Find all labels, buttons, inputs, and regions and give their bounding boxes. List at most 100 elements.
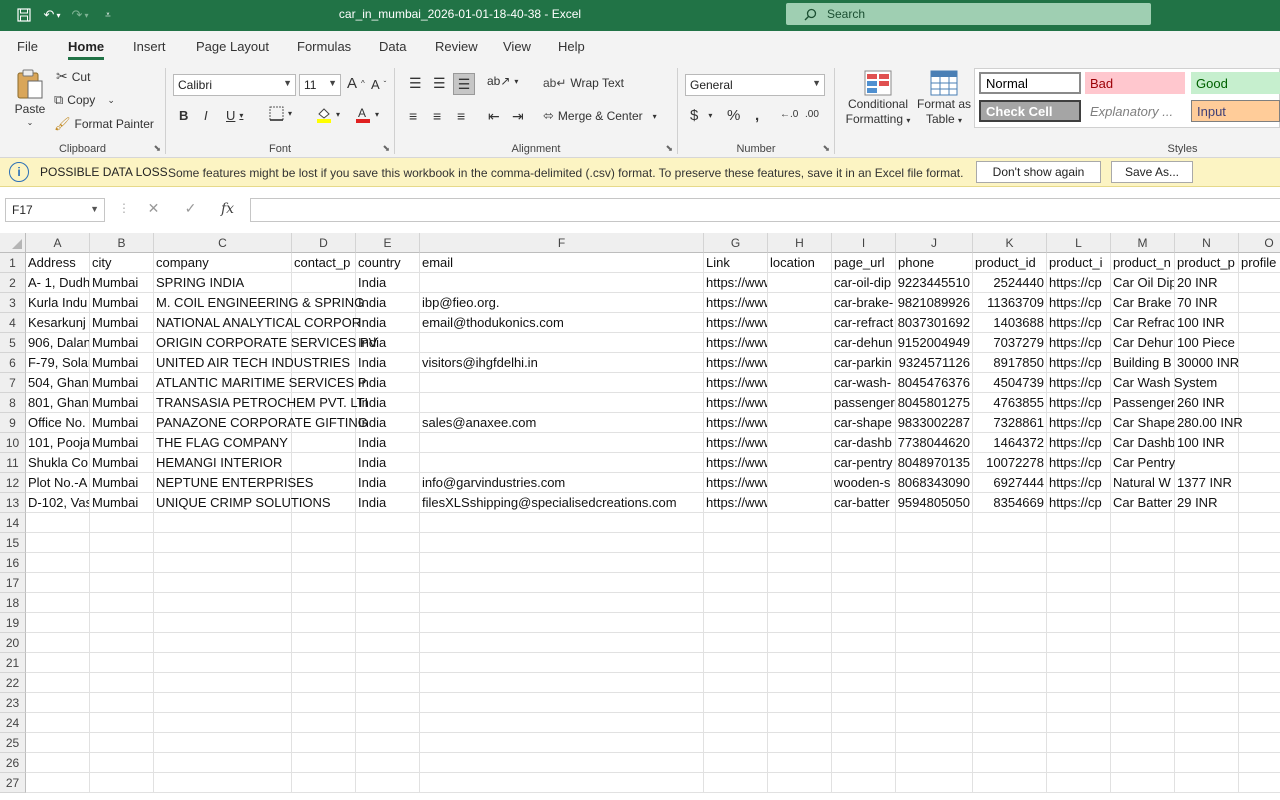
cell-i4[interactable]: car-refract (832, 313, 896, 333)
cell-f20[interactable] (420, 633, 704, 653)
cell-m10[interactable]: Car Dashb (1111, 433, 1175, 453)
cell-k21[interactable] (973, 653, 1047, 673)
cell-j2[interactable]: 9223445510 (896, 273, 973, 293)
cell-f12[interactable]: info@garvindustries.com (420, 473, 704, 493)
cell-h19[interactable] (768, 613, 832, 633)
cell-k12[interactable]: 6927444 (973, 473, 1047, 493)
row-header-19[interactable]: 19 (0, 613, 26, 633)
cell-k2[interactable]: 2524440 (973, 273, 1047, 293)
cell-i9[interactable]: car-shape (832, 413, 896, 433)
cell-e27[interactable] (356, 773, 420, 793)
cell-i19[interactable] (832, 613, 896, 633)
cell-b8[interactable]: Mumbai (90, 393, 154, 413)
cell-h10[interactable] (768, 433, 832, 453)
cell-g27[interactable] (704, 773, 768, 793)
cell-m13[interactable]: Car Batter (1111, 493, 1175, 513)
cell-g9[interactable]: https://www.tradein (704, 413, 768, 433)
cell-b3[interactable]: Mumbai (90, 293, 154, 313)
cell-f3[interactable]: ibp@fieo.org. (420, 293, 704, 313)
cell-g18[interactable] (704, 593, 768, 613)
cell-n22[interactable] (1175, 673, 1239, 693)
cell-a26[interactable] (26, 753, 90, 773)
cell-f17[interactable] (420, 573, 704, 593)
enter-icon[interactable]: ✓ (172, 200, 209, 217)
cell-a17[interactable] (26, 573, 90, 593)
cell-a3[interactable]: Kurla Indu (26, 293, 90, 313)
cell-j24[interactable] (896, 713, 973, 733)
cell-o13[interactable] (1239, 493, 1280, 513)
align-center-icon[interactable]: ≡ (433, 108, 441, 124)
cell-c21[interactable] (154, 653, 292, 673)
cell-a10[interactable]: 101, Pooja (26, 433, 90, 453)
italic-button[interactable]: I (204, 108, 208, 123)
cell-k1[interactable]: product_id (973, 253, 1047, 273)
cell-c7[interactable]: ATLANTIC MARITIME SERVICES P (154, 373, 366, 393)
cell-b27[interactable] (90, 773, 154, 793)
cell-g25[interactable] (704, 733, 768, 753)
cell-n13[interactable]: 29 INR (1175, 493, 1239, 513)
cell-o24[interactable] (1239, 713, 1280, 733)
cell-b10[interactable]: Mumbai (90, 433, 154, 453)
tab-home[interactable]: Home (68, 39, 105, 60)
save-as-button[interactable]: Save As... (1111, 161, 1193, 183)
cell-l9[interactable]: https://cp (1047, 413, 1111, 433)
column-header-j[interactable]: J (896, 233, 973, 253)
row-header-3[interactable]: 3 (0, 293, 26, 313)
cell-g2[interactable]: https://www.tradein (704, 273, 768, 293)
cell-h3[interactable] (768, 293, 832, 313)
cell-k25[interactable] (973, 733, 1047, 753)
cell-l17[interactable] (1047, 573, 1111, 593)
cell-h23[interactable] (768, 693, 832, 713)
cell-f2[interactable] (420, 273, 704, 293)
increase-font-size-icon[interactable]: A ^ (347, 75, 365, 92)
cell-g17[interactable] (704, 573, 768, 593)
cell-g12[interactable]: https://www.tradein (704, 473, 768, 493)
cell-e20[interactable] (356, 633, 420, 653)
cell-c16[interactable] (154, 553, 292, 573)
row-header-8[interactable]: 8 (0, 393, 26, 413)
cell-i16[interactable] (832, 553, 896, 573)
cell-h26[interactable] (768, 753, 832, 773)
row-header-24[interactable]: 24 (0, 713, 26, 733)
cell-i8[interactable]: passenger (832, 393, 896, 413)
cell-h6[interactable] (768, 353, 832, 373)
cell-m4[interactable]: Car Refrac (1111, 313, 1175, 333)
cell-j18[interactable] (896, 593, 973, 613)
cell-g15[interactable] (704, 533, 768, 553)
cell-l26[interactable] (1047, 753, 1111, 773)
cell-j3[interactable]: 9821089926 (896, 293, 973, 313)
cell-k24[interactable] (973, 713, 1047, 733)
cell-i20[interactable] (832, 633, 896, 653)
row-header-27[interactable]: 27 (0, 773, 26, 793)
cell-e19[interactable] (356, 613, 420, 633)
cell-c20[interactable] (154, 633, 292, 653)
cell-h14[interactable] (768, 513, 832, 533)
cell-c6[interactable]: UNITED AIR TECH INDUSTRIES (154, 353, 350, 373)
cell-e22[interactable] (356, 673, 420, 693)
cell-h25[interactable] (768, 733, 832, 753)
cell-n17[interactable] (1175, 573, 1239, 593)
cell-o27[interactable] (1239, 773, 1280, 793)
cell-b12[interactable]: Mumbai (90, 473, 154, 493)
cell-b17[interactable] (90, 573, 154, 593)
cell-i6[interactable]: car-parkin (832, 353, 896, 373)
cell-h21[interactable] (768, 653, 832, 673)
cell-b11[interactable]: Mumbai (90, 453, 154, 473)
cell-l12[interactable]: https://cp (1047, 473, 1111, 493)
cell-d26[interactable] (292, 753, 356, 773)
style-check-cell[interactable]: Check Cell (979, 100, 1081, 122)
cell-m26[interactable] (1111, 753, 1175, 773)
cell-b16[interactable] (90, 553, 154, 573)
cell-d15[interactable] (292, 533, 356, 553)
cell-k7[interactable]: 4504739 (973, 373, 1047, 393)
cell-e10[interactable]: India (356, 433, 420, 453)
cell-c17[interactable] (154, 573, 292, 593)
cell-b5[interactable]: Mumbai (90, 333, 154, 353)
comma-style-icon[interactable]: , (755, 107, 759, 124)
cell-k17[interactable] (973, 573, 1047, 593)
row-header-26[interactable]: 26 (0, 753, 26, 773)
cell-j13[interactable]: 9594805050 (896, 493, 973, 513)
cell-o1[interactable]: profile (1239, 253, 1280, 273)
cell-f4[interactable]: email@thodukonics.com (420, 313, 704, 333)
cell-g11[interactable]: https://www.tradein (704, 453, 768, 473)
